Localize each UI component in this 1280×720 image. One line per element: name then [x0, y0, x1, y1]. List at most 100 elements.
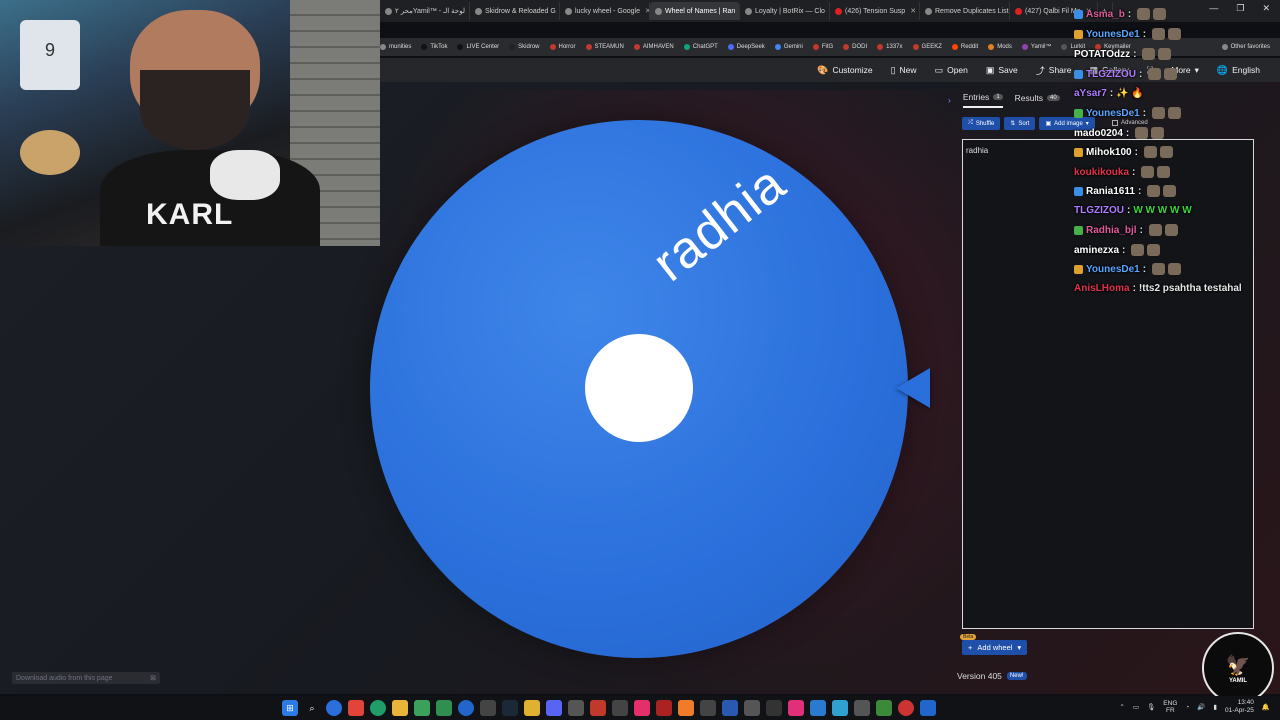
chat-username[interactable]: Asma_b: [1086, 9, 1125, 20]
bookmark-label: TikTok: [430, 44, 448, 50]
xbox-icon[interactable]: [436, 700, 452, 716]
bookmark-item[interactable]: AIMHAVEN: [633, 44, 674, 50]
app-icon[interactable]: [480, 700, 496, 716]
app-icon[interactable]: [788, 700, 804, 716]
app-icon[interactable]: [700, 700, 716, 716]
bookmark-item[interactable]: Yamil™: [1021, 44, 1051, 50]
close-icon[interactable]: ✕: [910, 7, 916, 15]
chat-username[interactable]: TLGZIZOU: [1086, 69, 1136, 80]
bookmark-item[interactable]: munities: [380, 44, 411, 50]
browser-tab-active[interactable]: Wheel of Names | Ran✕: [650, 2, 740, 20]
bookmark-item[interactable]: STEAMUN: [585, 44, 624, 50]
chrome-icon[interactable]: [326, 700, 342, 716]
mic-icon[interactable]: 🎙: [1147, 703, 1155, 711]
chat-username[interactable]: YounesDe1: [1086, 108, 1140, 119]
tab-entries[interactable]: Entries 1: [962, 92, 1003, 108]
wheel-center-hub[interactable]: [585, 334, 693, 442]
windows-start-icon[interactable]: ⊞: [282, 700, 298, 716]
chat-username[interactable]: AnisLHoma: [1074, 283, 1130, 294]
chat-username[interactable]: Radhia_bjl: [1086, 225, 1137, 236]
app-icon[interactable]: [876, 700, 892, 716]
chevron-up-icon[interactable]: ⌃: [1119, 703, 1124, 711]
bookmark-item[interactable]: GEEKZ: [912, 44, 942, 50]
bookmark-item[interactable]: Skidrow: [509, 44, 540, 50]
app-icon[interactable]: [656, 700, 672, 716]
app-icon[interactable]: [854, 700, 870, 716]
steam-icon[interactable]: [502, 700, 518, 716]
app-icon[interactable]: [678, 700, 694, 716]
brave-icon[interactable]: [348, 700, 364, 716]
app-icon[interactable]: [898, 700, 914, 716]
new-badge[interactable]: New!: [1006, 672, 1027, 680]
browser-tab[interactable]: (426) Tension Susp ✕: [830, 2, 920, 20]
add-wheel-button[interactable]: + Add wheel ▾: [962, 640, 1028, 655]
new-button[interactable]: ▯ New: [891, 65, 917, 76]
app-icon[interactable]: [414, 700, 430, 716]
tab-results[interactable]: Results 40: [1015, 93, 1060, 107]
bookmark-label: Skidrow: [518, 44, 540, 50]
customize-button[interactable]: 🎨 Customize: [817, 65, 872, 76]
bookmark-item[interactable]: Mods: [988, 44, 1012, 50]
app-icon[interactable]: [766, 700, 782, 716]
bookmark-item[interactable]: Gemini: [774, 44, 803, 50]
open-button[interactable]: ▭ Open: [935, 65, 968, 76]
chat-username[interactable]: koukikouka: [1074, 167, 1129, 178]
chat-username[interactable]: Mihok100: [1086, 147, 1132, 158]
browser-tab[interactable]: Skidrow & Reloaded G✕: [470, 2, 560, 20]
chat-username[interactable]: YounesDe1: [1086, 264, 1140, 275]
app-icon[interactable]: [612, 700, 628, 716]
search-icon[interactable]: ⌕: [304, 700, 320, 716]
browser-tab[interactable]: lucky wheel - Google✕: [560, 2, 650, 20]
app-icon[interactable]: [590, 700, 606, 716]
bookmark-item[interactable]: Horror: [549, 44, 576, 50]
chevron-down-icon[interactable]: ▾: [1017, 643, 1021, 652]
bookmark-item[interactable]: DODI: [843, 44, 867, 50]
save-button[interactable]: ▣ Save: [986, 65, 1018, 76]
chevron-right-icon[interactable]: ›: [948, 95, 951, 105]
bookmark-label: Gemini: [783, 44, 803, 50]
clock[interactable]: 13:40 01-Apr-25: [1225, 699, 1254, 715]
chat-username[interactable]: aminezxa: [1074, 245, 1119, 256]
battery-icon[interactable]: ▮: [1213, 703, 1217, 711]
app-icon[interactable]: [524, 700, 540, 716]
bookmark-item[interactable]: ChatGPT: [683, 44, 718, 50]
jersey-number: 9: [44, 40, 55, 60]
share-button[interactable]: ⤴ Share: [1036, 64, 1072, 77]
file-explorer-icon[interactable]: [392, 700, 408, 716]
app-icon[interactable]: [810, 700, 826, 716]
bookmark-item[interactable]: LIVE Center: [457, 44, 499, 50]
discord-icon[interactable]: [546, 700, 562, 716]
chat-username[interactable]: YounesDe1: [1086, 29, 1140, 40]
bookmark-item[interactable]: 1337x: [877, 44, 903, 50]
display-icon[interactable]: ▭: [1133, 703, 1139, 711]
wifi-icon[interactable]: ◔: [1185, 704, 1189, 711]
download-audio-bar[interactable]: Download audio from this page ⊠: [12, 672, 160, 684]
bookmark-label: ChatGPT: [692, 44, 718, 50]
chat-username[interactable]: aYsar7: [1074, 88, 1107, 99]
app-icon[interactable]: [832, 700, 848, 716]
app-icon[interactable]: [568, 700, 584, 716]
volume-icon[interactable]: 🔊: [1197, 703, 1205, 711]
edge-icon[interactable]: [370, 700, 386, 716]
chat-username[interactable]: Rania1611: [1086, 186, 1135, 197]
notification-icon[interactable]: 🔔: [1262, 703, 1270, 711]
close-icon[interactable]: ⊠: [150, 674, 156, 682]
lang-indicator[interactable]: ENG FR: [1163, 700, 1177, 714]
app-icon[interactable]: [458, 700, 474, 716]
app-icon[interactable]: [920, 700, 936, 716]
chat-username[interactable]: mado0204: [1074, 128, 1123, 139]
browser-tab[interactable]: Remove Duplicates List✕: [920, 2, 1010, 20]
bookmark-item[interactable]: DeepSeek: [727, 44, 765, 50]
app-icon[interactable]: [722, 700, 738, 716]
bookmark-item[interactable]: Reddit: [951, 44, 978, 50]
shuffle-button[interactable]: ⤮ Shuffle: [962, 117, 1001, 130]
sort-button[interactable]: ⇅ Sort: [1004, 117, 1036, 130]
chat-username[interactable]: POTATOdzz: [1074, 49, 1130, 60]
browser-tab[interactable]: محر ٢Yamil™ - لوحة الـ✕: [380, 2, 470, 20]
tiktok-icon[interactable]: [634, 700, 650, 716]
app-icon[interactable]: [744, 700, 760, 716]
bookmark-item[interactable]: TikTok: [421, 44, 447, 50]
bookmark-item[interactable]: FitG: [812, 44, 833, 50]
chat-username[interactable]: TLGZIZOU: [1074, 205, 1124, 216]
browser-tab[interactable]: Loyalty | BotRix — Clo✕: [740, 2, 830, 20]
